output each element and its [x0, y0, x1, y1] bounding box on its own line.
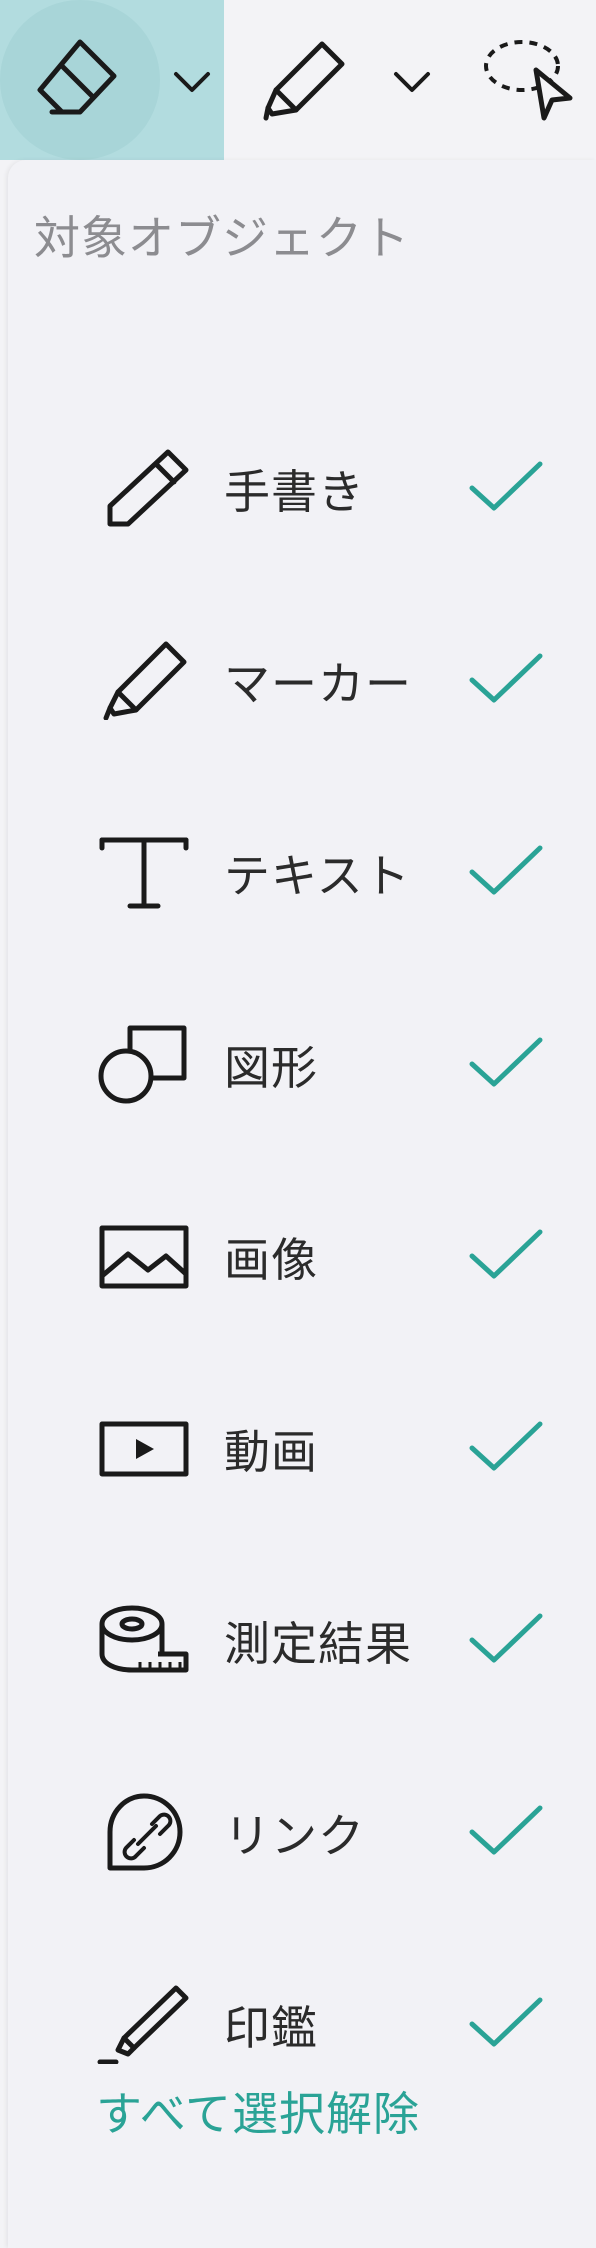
target-item-image[interactable]: 画像 — [8, 1196, 596, 1316]
marker-icon — [103, 641, 187, 720]
chevron-down-icon[interactable] — [392, 70, 432, 94]
pencil-icon — [107, 449, 189, 527]
item-label: マーカー — [224, 657, 412, 711]
item-label: リンク — [224, 1809, 365, 1863]
checkmark-icon — [469, 1037, 543, 1087]
target-item-text[interactable]: テキスト — [8, 812, 596, 932]
eraser-tool-button[interactable] — [0, 0, 224, 160]
deselect-all-button[interactable]: すべて選択解除 — [96, 2078, 420, 2144]
toolbar — [0, 0, 596, 160]
item-label: 画像 — [224, 1233, 318, 1287]
checkmark-icon — [469, 1613, 543, 1663]
panel-title: 対象オブジェクト — [34, 211, 410, 265]
target-item-stamp[interactable]: 印鑑 — [8, 1964, 596, 2084]
item-label: 測定結果 — [224, 1617, 412, 1671]
item-label: 印鑑 — [224, 2001, 318, 2055]
chevron-down-icon[interactable] — [172, 70, 212, 94]
tape-measure-icon — [99, 1605, 189, 1673]
stamp-icon — [97, 1985, 189, 2064]
eraser-icon — [37, 39, 117, 115]
target-item-shape[interactable]: 図形 — [8, 1004, 596, 1124]
pen-tool-button[interactable] — [224, 0, 460, 160]
shape-icon — [98, 1025, 187, 1104]
target-item-video[interactable]: 動画 — [8, 1388, 596, 1508]
item-label: 手書き — [224, 465, 365, 519]
target-objects-panel: 対象オブジェクト 手書き マーカー テキスト 図形 画像 動画 測定結果 リンク… — [8, 160, 596, 2248]
target-item-measurement[interactable]: 測定結果 — [8, 1580, 596, 1700]
target-item-handwriting[interactable]: 手書き — [8, 428, 596, 548]
checkmark-icon — [469, 653, 543, 703]
target-item-marker[interactable]: マーカー — [8, 620, 596, 740]
item-label: 動画 — [224, 1425, 318, 1479]
checkmark-icon — [469, 1421, 543, 1471]
video-icon — [99, 1421, 189, 1477]
checkmark-icon — [469, 461, 543, 511]
checkmark-icon — [469, 1997, 543, 2047]
link-icon — [107, 1793, 183, 1871]
pen-icon — [263, 41, 345, 121]
item-label: 図形 — [224, 1041, 318, 1095]
text-icon — [99, 837, 189, 909]
item-label: テキスト — [224, 849, 411, 903]
target-item-link[interactable]: リンク — [8, 1772, 596, 1892]
lasso-select-tool-button[interactable] — [460, 0, 596, 160]
checkmark-icon — [469, 845, 543, 895]
checkmark-icon — [469, 1229, 543, 1279]
lasso-select-icon — [484, 40, 573, 121]
checkmark-icon — [469, 1805, 543, 1855]
image-icon — [99, 1225, 189, 1289]
